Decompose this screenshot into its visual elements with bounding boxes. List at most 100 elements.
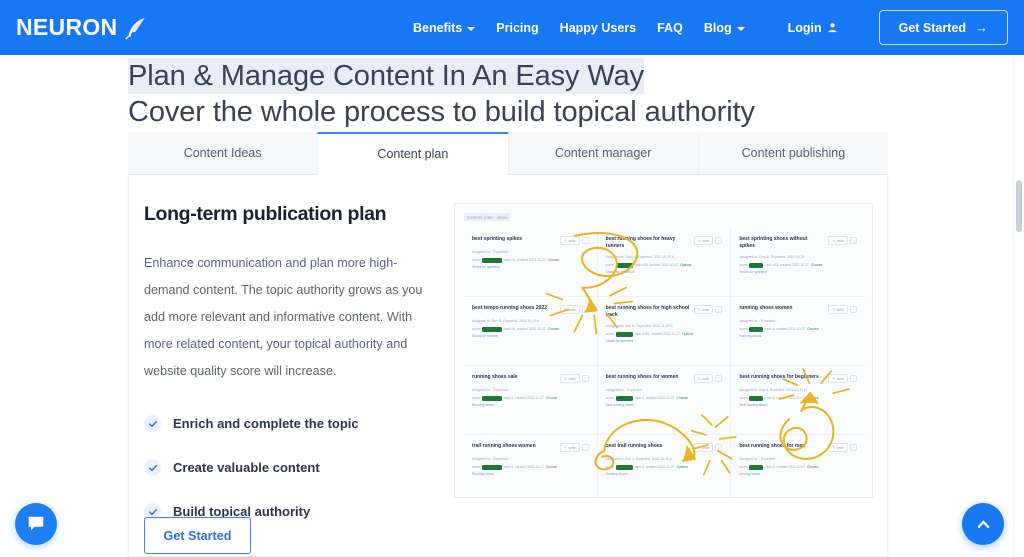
scroll-to-top-button[interactable] (962, 503, 1004, 545)
hero-line-1: Plan & Manage Content In An Easy Way (128, 58, 645, 94)
card-menu-button[interactable]: ⋮ (850, 375, 857, 382)
card-score-label: score (739, 327, 748, 332)
page-scrollbar-track[interactable] (1014, 55, 1024, 557)
card-write-button[interactable]: ✎ write (693, 374, 714, 383)
content-plan-card[interactable]: best running shoes for women ✎ write ⋮ Assig… (597, 366, 732, 435)
card-score-bar (482, 327, 503, 332)
card-meta: Assigned to: Ron R. Expected: 2022-10-29… (472, 319, 540, 323)
hero-line-2: Cover the whole process to build topical… (128, 96, 755, 128)
content-plan-card[interactable]: best running shoes for beginners ✎ write ⋮ A… (731, 366, 865, 435)
card-link[interactable]: Best running shoes (739, 403, 857, 407)
card-write-button[interactable]: ✎ write (560, 305, 580, 314)
card-menu-button[interactable]: ⋮ (581, 444, 589, 451)
card-menu-button[interactable]: ⋮ (850, 237, 857, 244)
card-menu-button[interactable]: ⋮ (581, 306, 589, 313)
nav-item-benefits[interactable]: Benefits (413, 21, 476, 35)
card-link[interactable]: Shoes for sprinting (472, 265, 589, 269)
card-write-button[interactable]: ✎ write (693, 443, 714, 452)
card-score-text: rank #, created 2022-10-27 (504, 396, 544, 401)
card-write-button[interactable]: ✎ write (693, 236, 714, 245)
card-write-button[interactable]: ✎ write (560, 443, 580, 452)
tab-content-plan[interactable]: Content plan (317, 132, 508, 175)
chevron-down-icon (467, 26, 476, 31)
card-link[interactable]: Best running shoes (606, 403, 723, 407)
feature-checklist: Enrich and complete the topic Create val… (144, 408, 444, 527)
card-title: best running shoes for high school track (605, 305, 690, 318)
content-plan-card[interactable]: best tempo running shoes 2022 ✎ write ⋮ Assi… (464, 297, 598, 366)
feature-tabs: Content Ideas Content plan Content manag… (128, 132, 888, 175)
card-write-button[interactable]: ✎ write (828, 374, 848, 383)
card-menu-button[interactable]: ⋮ (715, 237, 723, 244)
card-link[interactable]: Running shoes (472, 403, 589, 407)
card-menu-button[interactable]: ⋮ (581, 237, 589, 244)
nav-links: Benefits Pricing Happy Users FAQ Blog Lo… (413, 10, 1024, 45)
card-write-button[interactable]: ✎ write (693, 305, 714, 314)
card-write-label: write (568, 307, 576, 312)
content-plan-card[interactable]: best trail running shoes ✎ write ⋮ Assigned … (598, 435, 732, 497)
card-meta: Assigned to: · Expected: · (605, 388, 645, 392)
card-score-text: rank #, created 2022-10-27 (634, 396, 675, 401)
card-link[interactable]: Shoes for running (472, 334, 589, 338)
content-plan-card[interactable]: best running shoes for high school track… (597, 297, 732, 366)
feature-panel: Long-term publication plan Enhance commu… (128, 175, 888, 557)
brand-logo[interactable]: NEURON (16, 14, 149, 41)
card-title: best trail running shoes (605, 443, 663, 449)
content-plan-card[interactable]: best running shoes for heavy runners ✎ wri… (597, 228, 732, 297)
card-write-label: write (836, 307, 844, 312)
nav-item-happy-users[interactable]: Happy Users (560, 21, 636, 35)
card-menu-button[interactable]: ⋮ (581, 375, 589, 382)
tab-content-publishing[interactable]: Content publishing (697, 132, 888, 175)
card-write-button[interactable]: ✎ write (560, 236, 580, 245)
card-menu-button[interactable]: ⋮ (715, 375, 723, 382)
card-score-text: rank #, created 2022-10-27 (634, 465, 675, 470)
nav-item-blog[interactable]: Blog (704, 21, 745, 35)
card-write-button[interactable]: ✎ write (560, 374, 580, 383)
content-plan-card[interactable]: trail running shoes women ✎ write ⋮ Assigned… (464, 435, 598, 497)
nav-item-faq[interactable]: FAQ (657, 21, 683, 35)
card-write-button[interactable]: ✎ write (828, 305, 848, 314)
tab-content-ideas[interactable]: Content Ideas (128, 132, 318, 175)
get-started-nav-button[interactable]: Get Started → (878, 10, 1008, 45)
card-link[interactable]: Shoes for marathon (606, 270, 723, 274)
card-menu-button[interactable]: ⋮ (850, 444, 857, 451)
login-link[interactable]: Login (788, 21, 838, 35)
card-title: best running shoes for heavy runners (605, 236, 676, 249)
card-link[interactable]: Shoes for sprinters (739, 270, 857, 274)
card-link[interactable]: Shoes for sprinters (606, 339, 723, 343)
content-plan-grid: best sprinting spikes ✎ write ⋮ Assigned to:… (464, 228, 865, 497)
card-link[interactable]: running shoes (739, 472, 857, 476)
content-plan-card[interactable]: best sprinting spikes ✎ write ⋮ Assigned to:… (464, 228, 598, 297)
card-link[interactable]: Running shoes (739, 334, 857, 338)
card-write-button[interactable]: ✎ write (828, 236, 848, 245)
chat-bubble-icon (28, 516, 44, 531)
card-tag: Options (680, 263, 692, 268)
content-plan-card[interactable]: running shoes sale ✎ write ⋮ Assigned to: · … (464, 366, 598, 435)
card-title: running shoes sale (472, 374, 518, 380)
card-title: trail running shoes women (472, 443, 536, 449)
card-score-bar (615, 396, 633, 401)
card-score-label: score (605, 465, 614, 470)
card-tag: Options (676, 465, 688, 470)
card-score-label: score (605, 396, 614, 401)
card-write-button[interactable]: ✎ write (828, 443, 848, 452)
get-started-label: Get Started (163, 528, 232, 543)
card-score-text: rank #4, created 2022-10-27 (504, 327, 546, 332)
content-plan-card[interactable]: best running shoes for men ✎ write ⋮ Assigne… (731, 435, 865, 497)
nav-item-pricing[interactable]: Pricing (496, 21, 538, 35)
tab-content-manager[interactable]: Content manager (507, 132, 698, 175)
card-menu-button[interactable]: ⋮ (715, 444, 723, 451)
card-menu-button[interactable]: ⋮ (850, 306, 857, 313)
card-score-bar (749, 465, 764, 470)
content-plan-card[interactable]: running shoes women ✎ write ⋮ Assigned to: ·… (731, 297, 865, 366)
card-score-bar (482, 396, 503, 401)
card-link[interactable]: Running shoes (606, 472, 723, 476)
card-link[interactable]: Running shoes (472, 472, 589, 476)
card-title: best sprinting shoes without spikes (739, 236, 808, 249)
login-label: Login (787, 20, 822, 35)
page-scrollbar-thumb[interactable] (1016, 180, 1022, 232)
get-started-button[interactable]: Get Started (144, 517, 251, 554)
chat-widget-button[interactable] (15, 503, 57, 545)
card-title: best running shoes for men (739, 443, 806, 449)
card-menu-button[interactable]: ⋮ (715, 306, 723, 313)
content-plan-card[interactable]: best sprinting shoes without spikes ✎ writ… (731, 228, 865, 297)
